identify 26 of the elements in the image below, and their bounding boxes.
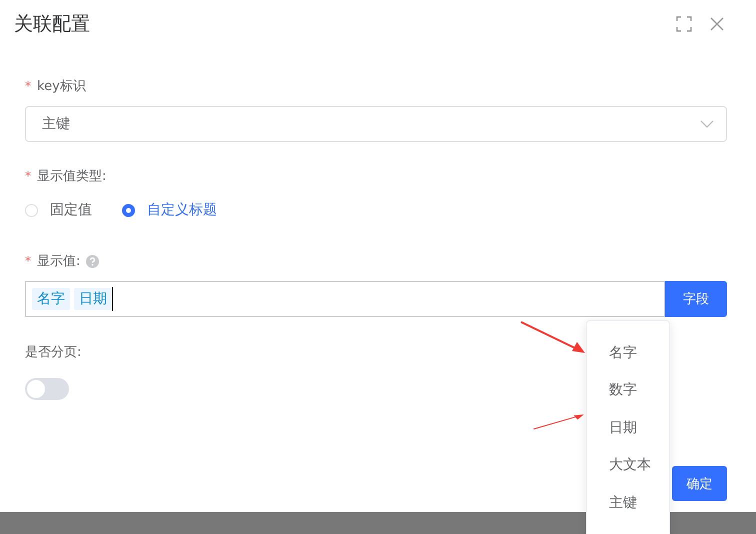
key-select[interactable]: 主键 xyxy=(25,106,727,142)
confirm-button[interactable]: 确定 xyxy=(672,466,727,501)
fullscreen-icon[interactable] xyxy=(676,16,692,32)
radio-option[interactable]: 自定义标题 xyxy=(122,201,217,219)
dialog-title: 关联配置 xyxy=(14,12,90,37)
chevron-down-icon xyxy=(700,120,714,128)
field-label: 显示值: xyxy=(37,253,80,270)
menu-item[interactable]: 名字 xyxy=(609,344,637,362)
field-tag: 日期 xyxy=(74,288,112,310)
required-mark: * xyxy=(25,169,31,183)
field-label: 是否分页: xyxy=(25,344,82,361)
menu-item[interactable]: 大文本 xyxy=(609,456,651,474)
radio-option[interactable]: 固定值 xyxy=(25,201,92,219)
required-mark: * xyxy=(25,254,31,268)
required-mark: * xyxy=(25,79,31,93)
field-label: 显示值类型: xyxy=(37,168,106,185)
field-button[interactable]: 字段 xyxy=(665,281,727,317)
field-tag: 名字 xyxy=(32,288,70,310)
close-icon[interactable] xyxy=(710,17,724,31)
display-value-field[interactable]: 名字 日期 xyxy=(25,281,665,317)
field-label: key标识 xyxy=(37,78,86,95)
menu-item[interactable]: 主键 xyxy=(609,494,637,512)
menu-item[interactable]: 数字 xyxy=(609,381,637,400)
menu-item[interactable]: 日期 xyxy=(609,418,637,437)
paging-switch[interactable] xyxy=(25,378,69,400)
help-icon[interactable] xyxy=(86,254,100,268)
